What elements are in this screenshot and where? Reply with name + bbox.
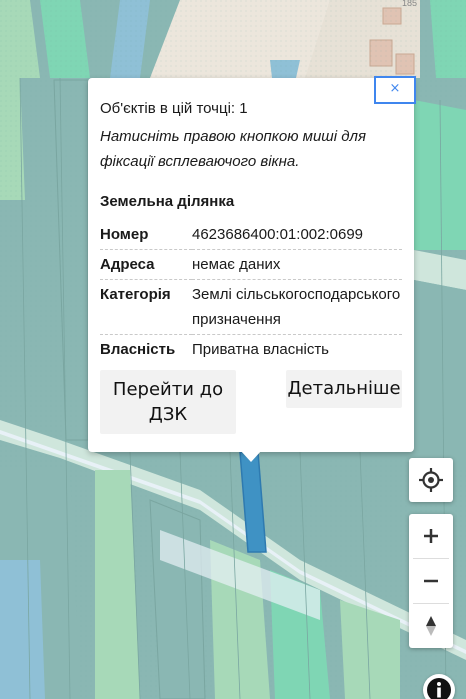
parcel [0,560,45,699]
popup-hint: Натисніть правою кнопкою миші для фіксац… [100,128,367,170]
parcel [149,499,206,699]
attribute-key: Адреса [100,249,192,280]
objects-count: Об'єктів в цій точці: 1 [100,100,248,117]
attribute-value: немає даних [192,249,402,280]
parcel [414,280,466,470]
info-button[interactable] [423,674,455,699]
goto-dzk-button[interactable]: Перейти до ДЗК [100,370,236,434]
attribute-row: Власність Приватна власність [100,335,402,365]
attribute-value: Землі сільськогосподарського призначення [192,279,402,335]
attribute-key: Власність [100,341,176,358]
attribute-table: Номер 4623686400:01:002:0699 Адреса нема… [100,220,402,364]
zoom-out-button[interactable] [409,559,453,603]
attribute-key: Категорія [100,279,192,335]
locate-button[interactable] [409,458,453,502]
attribute-row: Номер 4623686400:01:002:0699 [100,220,402,250]
details-button[interactable]: Детальніше [286,370,402,408]
section-title: Земельна ділянка [100,193,235,210]
popup-tip [240,450,262,462]
crosshair-icon [419,468,443,492]
attribute-value: 4623686400:01:002:0699 [192,220,402,250]
attribute-row: Адреса немає даних [100,249,402,280]
feature-popup: × Об'єктів в цій точці: 1 Натисніть прав… [88,76,416,452]
zoom-in-button[interactable] [409,514,453,558]
popup-actions: Перейти до ДЗК Детальніше [100,370,402,434]
attribute-key: Номер [100,220,192,250]
plus-icon [424,529,438,543]
close-button[interactable]: × [374,76,416,104]
minus-icon [424,579,438,583]
attribute-row: Категорія Землі сільськогосподарського п… [100,279,402,335]
attribute-value: Приватна власність [192,341,329,358]
zoom-control [409,514,453,648]
compass-button[interactable] [409,604,453,648]
compass-north-icon [426,616,436,636]
info-icon [427,678,451,699]
